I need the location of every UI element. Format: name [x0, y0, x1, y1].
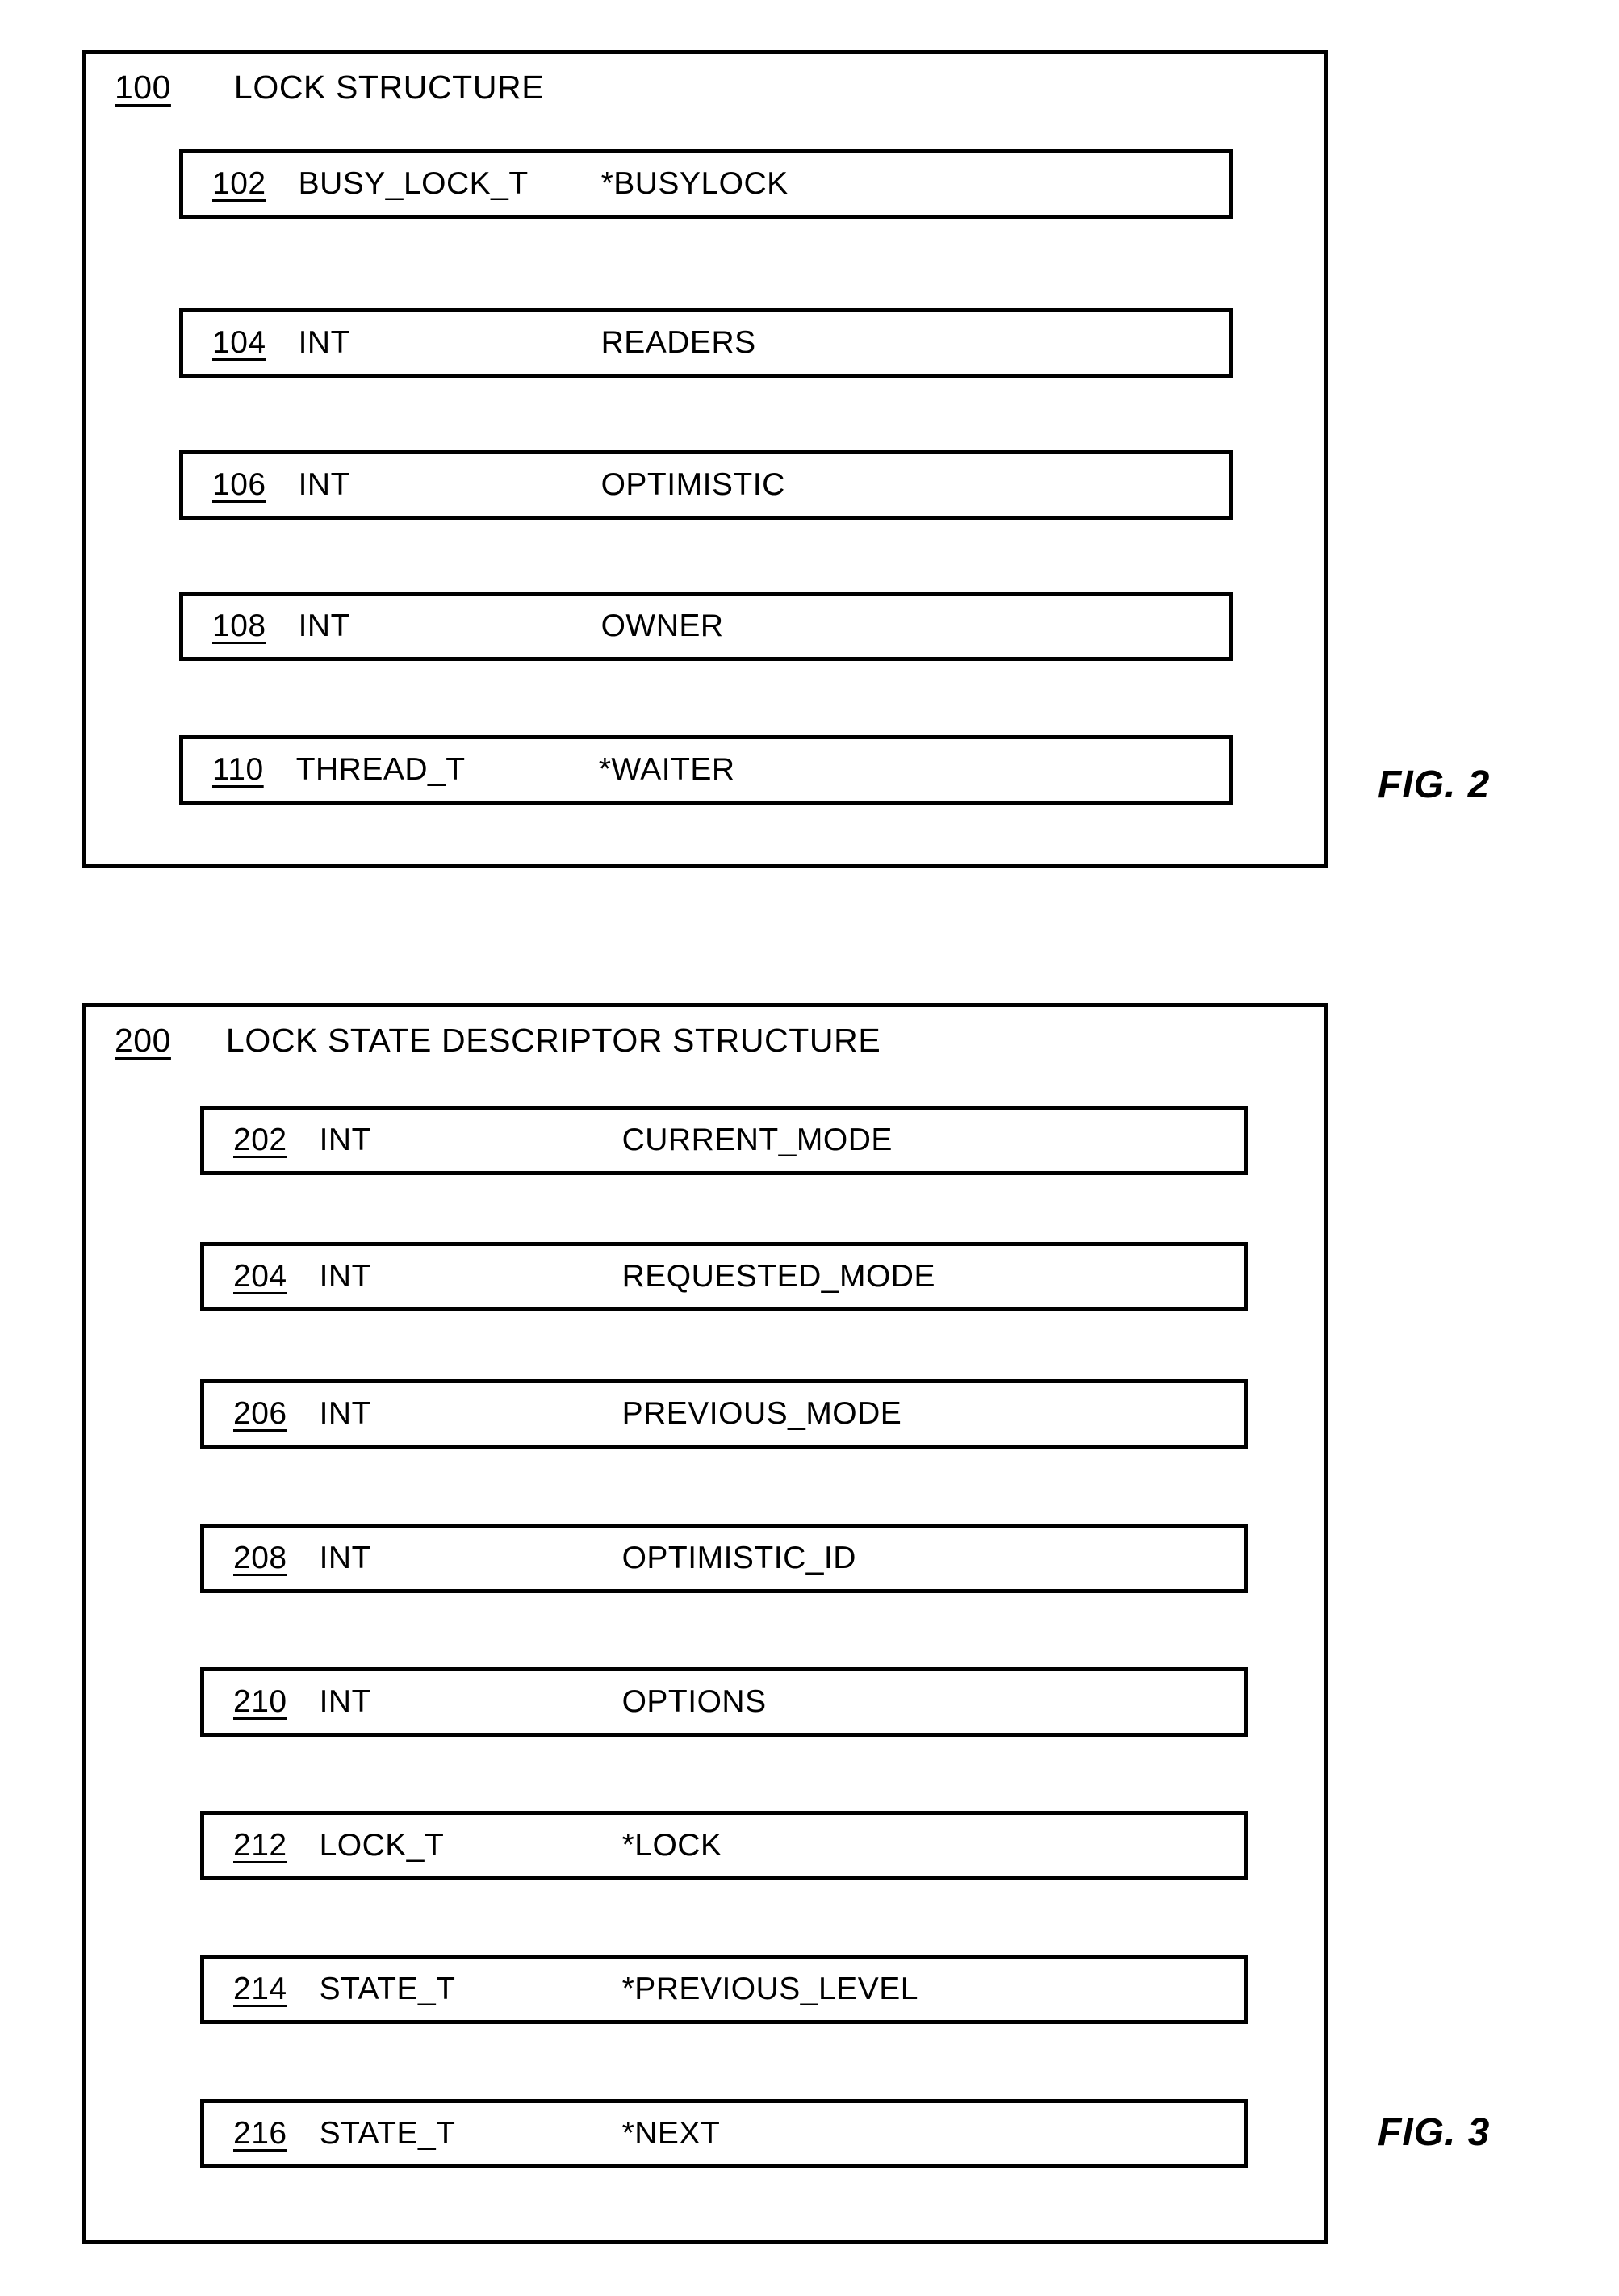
field-type: INT: [298, 325, 350, 360]
lock-structure-header: 100 LOCK STRUCTURE: [115, 69, 544, 107]
lock-state-descriptor-header: 200 LOCK STATE DESCRIPTOR STRUCTURE: [115, 1022, 881, 1060]
field-row: 214 STATE_T *PREVIOUS_LEVEL: [200, 1955, 1248, 2024]
structure-ref-numeral: 200: [115, 1022, 171, 1059]
field-row: 108 INT OWNER: [179, 592, 1233, 661]
field-name: OWNER: [600, 609, 724, 643]
field-type: INT: [319, 1541, 371, 1575]
field-ref-numeral: 216: [233, 2116, 287, 2151]
field-name: CURRENT_MODE: [621, 1123, 893, 1157]
field-name: READERS: [600, 325, 756, 360]
field-type: THREAD_T: [295, 752, 466, 787]
field-type: STATE_T: [319, 1972, 456, 2006]
field-name: *WAITER: [598, 752, 735, 787]
structure-title: LOCK STRUCTURE: [233, 69, 545, 106]
field-type: INT: [298, 467, 350, 502]
field-ref-numeral: 204: [233, 1259, 287, 1294]
field-row: 208 INT OPTIMISTIC_ID: [200, 1524, 1248, 1593]
field-ref-numeral: 202: [233, 1123, 287, 1157]
field-type: STATE_T: [319, 2116, 456, 2151]
field-row: 210 INT OPTIONS: [200, 1667, 1248, 1737]
field-ref-numeral: 110: [212, 752, 264, 787]
field-name: OPTIMISTIC: [600, 467, 785, 502]
field-type: INT: [319, 1259, 371, 1294]
field-name: PREVIOUS_MODE: [621, 1396, 902, 1431]
field-name: OPTIMISTIC_ID: [621, 1541, 856, 1575]
field-ref-numeral: 208: [233, 1541, 287, 1575]
field-type: BUSY_LOCK_T: [298, 166, 529, 201]
structure-ref-numeral: 100: [115, 69, 171, 106]
field-name: *BUSYLOCK: [600, 166, 789, 201]
field-row: 216 STATE_T *NEXT: [200, 2099, 1248, 2168]
field-type: INT: [319, 1396, 371, 1431]
field-type: INT: [319, 1123, 371, 1157]
field-name: OPTIONS: [621, 1684, 767, 1719]
field-ref-numeral: 104: [212, 325, 266, 360]
field-type: LOCK_T: [319, 1828, 445, 1863]
field-type: INT: [319, 1684, 371, 1719]
field-row: 106 INT OPTIMISTIC: [179, 450, 1233, 520]
field-row: 104 INT READERS: [179, 308, 1233, 378]
field-row: 202 INT CURRENT_MODE: [200, 1106, 1248, 1175]
field-name: REQUESTED_MODE: [621, 1259, 935, 1294]
field-name: *LOCK: [621, 1828, 722, 1863]
field-ref-numeral: 108: [212, 609, 266, 643]
field-name: *PREVIOUS_LEVEL: [621, 1972, 918, 2006]
figure-caption-3: FIG. 3: [1378, 2111, 1491, 2154]
field-ref-numeral: 210: [233, 1684, 287, 1719]
field-row: 102 BUSY_LOCK_T *BUSYLOCK: [179, 149, 1233, 219]
field-ref-numeral: 106: [212, 467, 266, 502]
field-name: *NEXT: [621, 2116, 721, 2151]
field-ref-numeral: 214: [233, 1972, 287, 2006]
field-row: 206 INT PREVIOUS_MODE: [200, 1379, 1248, 1449]
structure-title: LOCK STATE DESCRIPTOR STRUCTURE: [225, 1022, 881, 1059]
field-ref-numeral: 206: [233, 1396, 287, 1431]
field-ref-numeral: 212: [233, 1828, 287, 1863]
field-row: 110 THREAD_T *WAITER: [179, 735, 1233, 805]
field-row: 204 INT REQUESTED_MODE: [200, 1242, 1248, 1311]
field-type: INT: [298, 609, 350, 643]
field-ref-numeral: 102: [212, 166, 266, 201]
figure-caption-2: FIG. 2: [1378, 763, 1491, 806]
lock-state-descriptor-frame: [82, 1003, 1328, 2244]
field-row: 212 LOCK_T *LOCK: [200, 1811, 1248, 1880]
